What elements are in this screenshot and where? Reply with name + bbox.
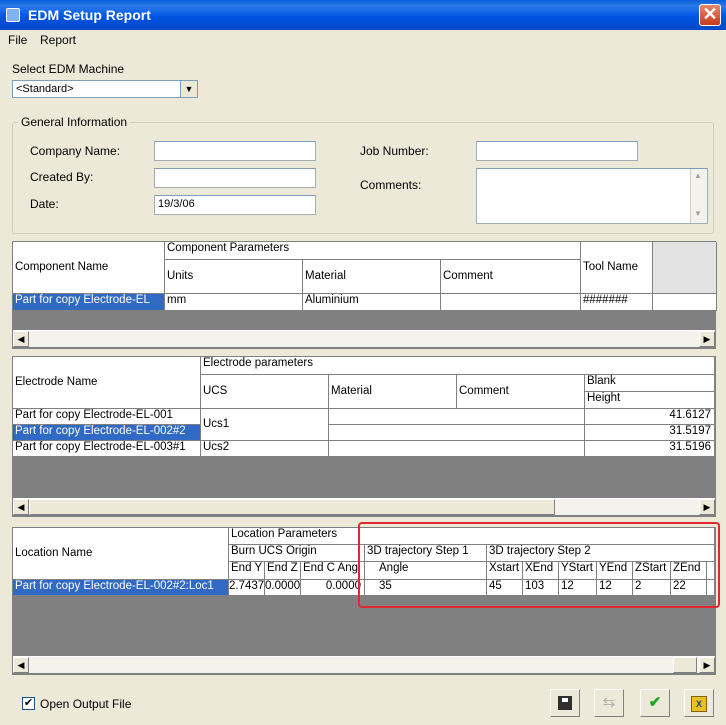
menu-file[interactable]: File [8,33,27,47]
ucs-cell[interactable]: Ucs2 [201,441,329,457]
machine-label: Select EDM Machine [12,62,125,76]
export-button[interactable]: ⇆ [594,689,624,717]
component-name-header: Component Name [13,242,165,294]
scroll-left-icon[interactable]: ◀ [13,499,29,515]
table-row[interactable]: Part for copy Electrode-EL-002#2 [13,425,201,441]
app-icon [6,8,20,22]
scroll-thumb[interactable] [29,499,555,515]
ucs-header: UCS [201,375,329,409]
comment-header: Comment [441,260,581,294]
empty-cell [329,425,585,441]
material-cell[interactable]: Aluminium [303,294,441,311]
export-icon: ⇆ [602,694,616,711]
job-number-field[interactable] [476,141,638,161]
general-info-title: General Information [18,115,131,129]
save-icon [558,696,572,710]
location-name-header: Location Name [13,528,229,580]
material-header: Material [303,260,441,294]
end-c-angle-cell[interactable]: 0.0000 [301,580,365,596]
comments-label: Comments: [360,178,422,192]
scroll-left-icon[interactable]: ◀ [13,331,29,347]
chevron-down-icon[interactable]: ▼ [180,81,197,97]
height-cell[interactable]: 41.6127 [585,409,715,425]
end-c-angle-header: End C Angl [301,562,365,580]
machine-select-value: <Standard> [16,83,74,95]
comments-field[interactable]: ▲ ▼ [476,168,708,224]
header-filler [653,242,717,294]
created-by-label: Created By: [30,170,94,184]
electrode-params-header: Electrode parameters [201,357,715,375]
scroll-right-icon[interactable]: ▶ [699,499,715,515]
location-hscrollbar[interactable]: ◀ ▶ [13,656,715,673]
machine-select[interactable]: <Standard> ▼ [12,80,198,98]
height-cell[interactable]: 31.5196 [585,441,715,457]
job-number-label: Job Number: [360,144,429,158]
scroll-right-icon[interactable]: ▶ [699,331,715,347]
company-name-field[interactable] [154,141,316,161]
component-hscrollbar[interactable]: ◀ ▶ [13,330,715,347]
scroll-thumb[interactable] [673,657,697,673]
scroll-left-icon[interactable]: ◀ [13,657,29,673]
excel-button[interactable]: X [684,689,714,717]
electrode-comment-header: Comment [457,375,585,409]
save-button[interactable] [550,689,580,717]
tool-name-cell[interactable]: ####### [581,294,653,311]
date-field[interactable]: 19/3/06 [154,195,316,215]
electrode-table: Electrode Name Electrode parameters UCS … [12,356,716,517]
comments-scrollbar[interactable]: ▲ ▼ [690,169,707,223]
table-row[interactable]: Part for copy Electrode-EL [13,294,165,311]
close-button[interactable]: ✕ [699,4,721,26]
date-value: 19/3/06 [158,198,195,210]
electrode-hscrollbar[interactable]: ◀ ▶ [13,498,715,515]
end-z-header: End Z [265,562,301,580]
excel-icon: X [691,696,707,712]
highlight-annotation [358,522,720,608]
burn-ucs-origin-header: Burn UCS Origin [229,545,365,562]
table-row[interactable]: Part for copy Electrode-EL-001 [13,409,201,425]
scroll-up-icon[interactable]: ▲ [694,171,702,180]
menu-bar: File Report [0,30,726,50]
table-row[interactable]: Part for copy Electrode-EL-003#1 [13,441,201,457]
open-output-label[interactable]: Open Output File [40,697,131,711]
units-header: Units [165,260,303,294]
blank-header: Blank [585,375,715,392]
empty-cell [653,294,717,311]
height-header: Height [585,392,715,409]
empty-cell [329,409,585,425]
scroll-down-icon[interactable]: ▼ [694,209,702,218]
end-y-header: End Y [229,562,265,580]
company-name-label: Company Name: [30,144,121,158]
check-icon: ✔ [648,694,662,711]
empty-cell [329,441,585,457]
date-label: Date: [30,197,59,211]
tool-name-header: Tool Name [581,242,653,294]
electrode-material-header: Material [329,375,457,409]
ok-button[interactable]: ✔ [640,689,670,717]
table-row[interactable]: Part for copy Electrode-EL-002#2:Loc1 [13,580,229,596]
comment-cell[interactable] [441,294,581,311]
end-y-cell[interactable]: 2.7437 [229,580,265,596]
open-output-checkbox[interactable]: ✔ [22,697,35,710]
ucs-cell[interactable]: Ucs1 [201,409,329,441]
height-cell[interactable]: 31.5197 [585,425,715,441]
electrode-name-header: Electrode Name [13,357,201,409]
menu-report[interactable]: Report [40,33,76,47]
window-title: EDM Setup Report [28,7,151,23]
scroll-right-icon[interactable]: ▶ [699,657,715,673]
end-z-cell[interactable]: 0.0000 [265,580,301,596]
created-by-field[interactable] [154,168,316,188]
units-cell[interactable]: mm [165,294,303,311]
component-table: Component Name Component Parameters Unit… [12,241,717,349]
title-bar: EDM Setup Report ✕ [0,0,726,30]
component-params-header: Component Parameters [165,242,581,260]
